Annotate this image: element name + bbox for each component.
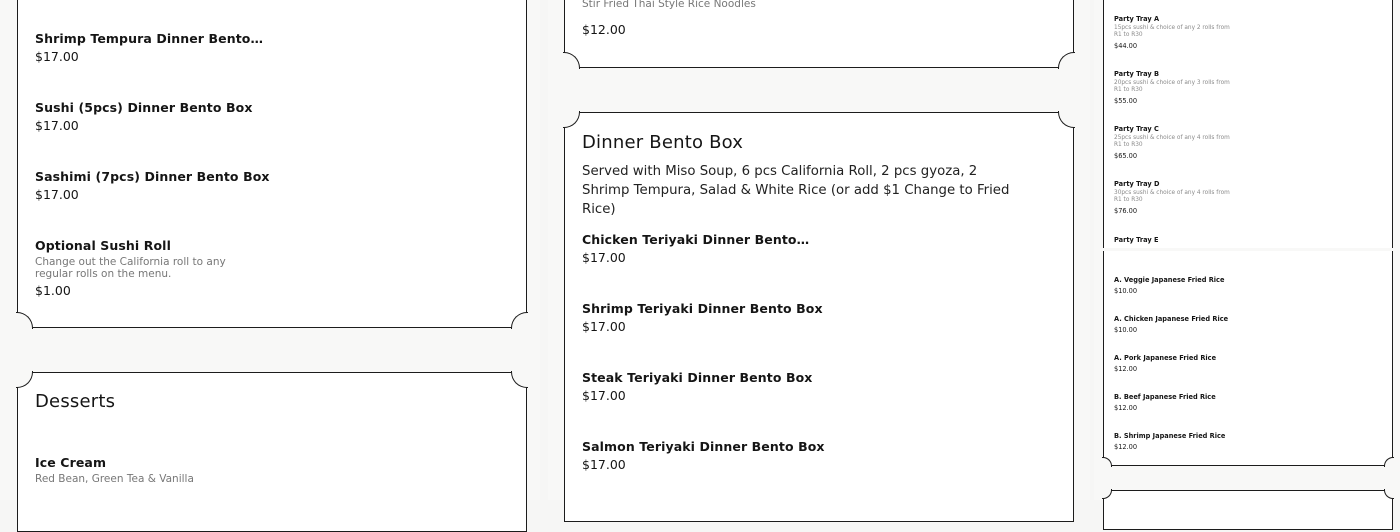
menu-item[interactable]: Shrimp Tempura Dinner Bento… $17.00 <box>35 31 263 64</box>
menu-item-price: $76.00 <box>1114 207 1138 215</box>
menu-section-card-dinner-bento-box: Dinner Bento Box Served with Miso Soup, … <box>563 111 1075 522</box>
corner-notch <box>1102 457 1112 467</box>
menu-section-card-next <box>1102 489 1394 530</box>
menu-item-name: Party Tray B <box>1114 70 1159 78</box>
menu-item-name: A. Veggie Japanese Fried Rice <box>1114 276 1225 284</box>
menu-item-name: Party Tray A <box>1114 15 1160 23</box>
menu-item[interactable]: Stir Fried Thai Style Rice Noodles $12.0… <box>582 0 756 37</box>
menu-item-description: Stir Fried Thai Style Rice Noodles <box>582 0 756 10</box>
corner-notch <box>1058 111 1075 128</box>
menu-item[interactable]: Party Tray A 15pcs sushi & choice of any… <box>1114 15 1232 50</box>
menu-item-description: 25pcs sushi & choice of any 4 rolls from… <box>1114 135 1230 148</box>
menu-item[interactable]: Steak Teriyaki Dinner Bento Box $17.00 <box>582 370 812 403</box>
menu-item-name: Sushi (5pcs) Dinner Bento Box <box>35 100 253 115</box>
menu-item-price: $12.00 <box>1114 443 1138 451</box>
menu-item-name: Shrimp Tempura Dinner Bento… <box>35 31 264 46</box>
menu-item[interactable]: Optional Sushi Roll Change out the Calif… <box>35 238 245 298</box>
section-title: Desserts <box>35 391 116 412</box>
menu-item-price: $17.00 <box>582 319 626 334</box>
menu-item[interactable]: A. Chicken Japanese Fried Rice $10.00 <box>1114 315 1228 334</box>
menu-item-price: $17.00 <box>35 118 79 133</box>
section-title: Dinner Bento Box <box>582 132 744 153</box>
menu-item-price: $17.00 <box>582 250 626 265</box>
menu-item-name: Steak Teriyaki Dinner Bento Box <box>582 370 813 385</box>
menu-item-name: B. Shrimp Japanese Fried Rice <box>1114 432 1226 440</box>
menu-item-description: 20pcs sushi & choice of any 3 rolls from… <box>1114 80 1230 93</box>
menu-item-name: Party Tray C <box>1114 125 1159 133</box>
menu-item-price: $17.00 <box>35 49 79 64</box>
menu-item-name: Shrimp Teriyaki Dinner Bento Box <box>582 301 823 316</box>
menu-item-price: $17.00 <box>582 388 626 403</box>
menu-item[interactable]: Party Tray C 25pcs sushi & choice of any… <box>1114 125 1232 160</box>
menu-section-card-desserts: Desserts Ice Cream Red Bean, Green Tea &… <box>16 371 528 532</box>
menu-section-card-party-trays: Party Tray A 15pcs sushi & choice of any… <box>1103 0 1393 248</box>
menu-item-name: A. Chicken Japanese Fried Rice <box>1114 315 1229 323</box>
menu-item-description: 15pcs sushi & choice of any 2 rolls from… <box>1114 25 1230 38</box>
menu-item-price: $1.00 <box>35 283 71 298</box>
corner-notch <box>1384 457 1394 467</box>
menu-item-price: $44.00 <box>1114 42 1138 50</box>
menu-item[interactable]: Party Tray D 30pcs sushi & choice of any… <box>1114 180 1232 215</box>
corner-notch <box>1384 489 1394 499</box>
menu-item-name: Party Tray E <box>1114 236 1159 244</box>
menu-item-price: $65.00 <box>1114 152 1138 160</box>
menu-item-name: Ice Cream <box>35 455 107 470</box>
menu-item[interactable]: Party Tray E <box>1114 236 1232 244</box>
menu-item-price: $17.00 <box>35 187 79 202</box>
menu-item-description: Change out the California roll to any re… <box>35 256 226 280</box>
menu-item[interactable]: Sushi (5pcs) Dinner Bento Box $17.00 <box>35 100 253 133</box>
corner-notch <box>16 312 33 329</box>
corner-notch <box>1058 52 1075 69</box>
menu-item-price: $55.00 <box>1114 97 1138 105</box>
menu-section-card-noodles: Stir Fried Thai Style Rice Noodles $12.0… <box>563 0 1075 69</box>
corner-notch <box>16 371 33 388</box>
menu-item-price: $10.00 <box>1114 287 1138 295</box>
menu-item-name: A. Pork Japanese Fried Rice <box>1114 354 1217 362</box>
menu-item[interactable]: B. Beef Japanese Fried Rice $12.00 <box>1114 393 1216 412</box>
menu-item[interactable]: Shrimp Teriyaki Dinner Bento Box $17.00 <box>582 301 823 334</box>
corner-notch <box>511 312 528 329</box>
menu-item-name: B. Beef Japanese Fried Rice <box>1114 393 1216 401</box>
menu-item-price: $12.00 <box>1114 365 1138 373</box>
corner-notch <box>563 111 580 128</box>
corner-notch <box>563 52 580 69</box>
menu-item-description: Red Bean, Green Tea & Vanilla <box>35 473 194 485</box>
menu-item-price: $17.00 <box>582 457 626 472</box>
menu-item[interactable]: Chicken Teriyaki Dinner Bento… $17.00 <box>582 232 809 265</box>
menu-item[interactable]: A. Veggie Japanese Fried Rice $10.00 <box>1114 276 1224 295</box>
menu-item[interactable]: Ice Cream Red Bean, Green Tea & Vanilla <box>35 455 194 485</box>
menu-item-name: Sashimi (7pcs) Dinner Bento Box <box>35 169 270 184</box>
menu-item-name: Optional Sushi Roll <box>35 238 171 253</box>
menu-item-price: $10.00 <box>1114 326 1138 334</box>
menu-item-name: Party Tray D <box>1114 180 1160 188</box>
corner-notch <box>1102 489 1112 499</box>
menu-item-name: Salmon Teriyaki Dinner Bento Box <box>582 439 825 454</box>
menu-item[interactable]: Sashimi (7pcs) Dinner Bento Box $17.00 <box>35 169 270 202</box>
corner-notch <box>511 371 528 388</box>
menu-section-card-bento-items: Shrimp Tempura Dinner Bento… $17.00 Sush… <box>16 0 528 329</box>
menu-item-name: Chicken Teriyaki Dinner Bento… <box>582 232 810 247</box>
menu-item[interactable]: A. Pork Japanese Fried Rice $12.00 <box>1114 354 1216 373</box>
section-description: Served with Miso Soup, 6 pcs California … <box>582 164 1010 217</box>
menu-item[interactable]: B. Shrimp Japanese Fried Rice $12.00 <box>1114 432 1225 451</box>
menu-item[interactable]: Party Tray B 20pcs sushi & choice of any… <box>1114 70 1232 105</box>
menu-item-price: $12.00 <box>582 22 626 37</box>
menu-section-card-fried-rice: A. Veggie Japanese Fried Rice $10.00 A. … <box>1102 251 1394 467</box>
menu-item-description: 30pcs sushi & choice of any 4 rolls from… <box>1114 190 1230 203</box>
menu-item-price: $12.00 <box>1114 404 1138 412</box>
menu-item[interactable]: Salmon Teriyaki Dinner Bento Box $17.00 <box>582 439 825 472</box>
